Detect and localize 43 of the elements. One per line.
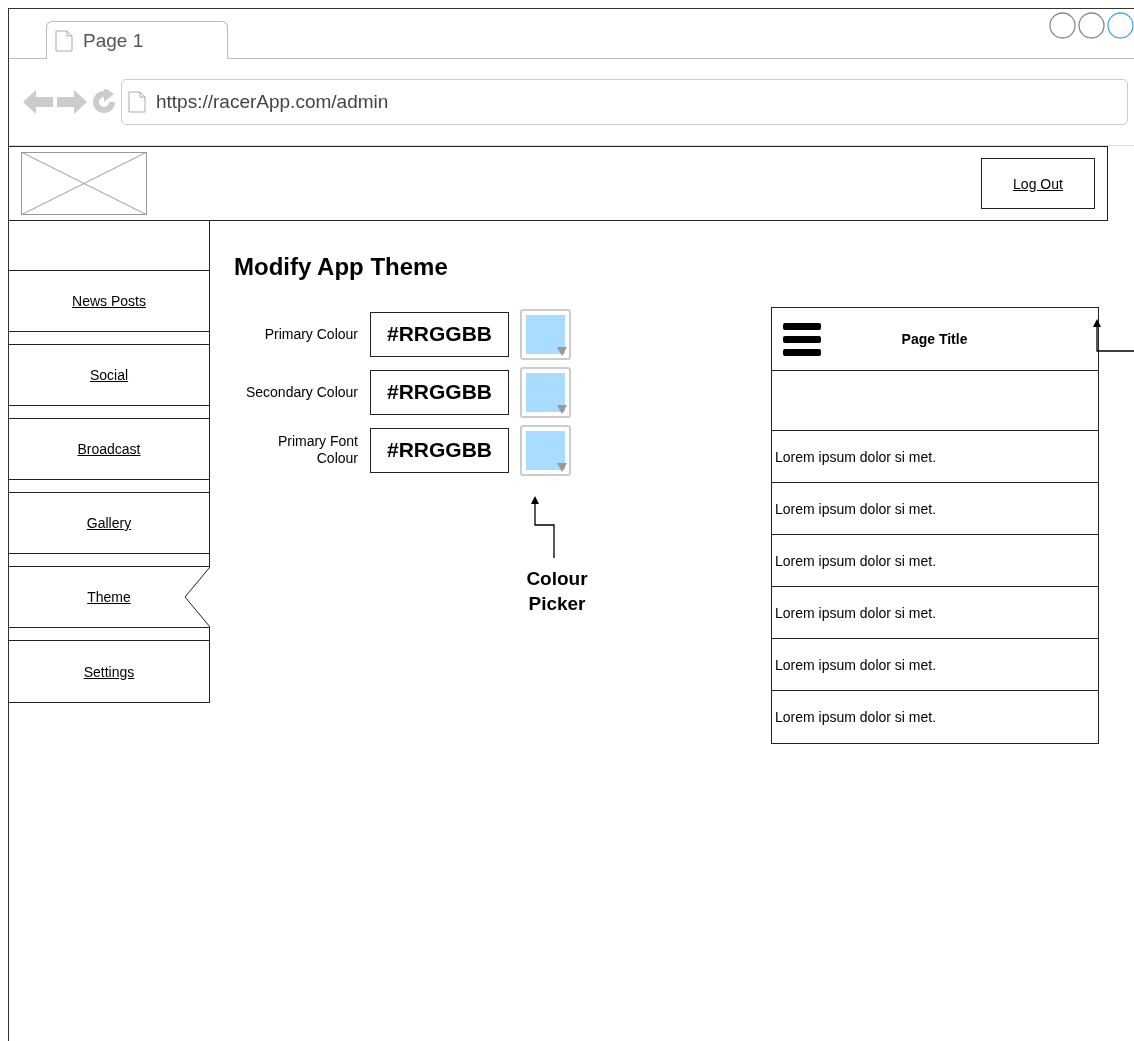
hex-input-field[interactable]: #RRGGBB bbox=[370, 311, 509, 357]
hex-input-field[interactable]: #RRGGBB bbox=[370, 427, 509, 473]
sidebar-item[interactable]: Settings bbox=[9, 640, 209, 702]
list-row[interactable]: Lorem ipsum dolor si met. bbox=[772, 639, 1098, 691]
phone-title: Page Title bbox=[900, 331, 969, 347]
sidebar-item[interactable]: Gallery bbox=[9, 492, 209, 554]
caret-icon bbox=[557, 346, 567, 356]
list-row[interactable]: Lorem ipsum dolor si met. bbox=[772, 483, 1098, 535]
sidebar-item[interactable]: Broadcast bbox=[9, 418, 209, 480]
list-row[interactable]: Lorem ipsum dolor si met. bbox=[772, 535, 1098, 587]
annotation-text: Colour Picker bbox=[525, 567, 589, 616]
page-icon bbox=[55, 29, 73, 52]
hex-input-field[interactable]: #RRGGBB bbox=[370, 369, 509, 415]
colour-picker[interactable] bbox=[520, 366, 571, 418]
sidebar-item[interactable]: Social bbox=[9, 344, 209, 406]
sidebar-item[interactable]: Theme bbox=[9, 566, 209, 628]
forward-icon[interactable] bbox=[57, 89, 87, 115]
browser-tab[interactable]: Page 1 bbox=[46, 21, 228, 59]
caret-icon bbox=[557, 404, 567, 414]
field-label: Primary Font Colour bbox=[276, 433, 359, 467]
window-button-icon[interactable] bbox=[1107, 12, 1134, 39]
list-row[interactable]: Lorem ipsum dolor si met. bbox=[772, 431, 1098, 483]
annotation-arrow bbox=[1092, 319, 1134, 353]
log-out-button[interactable]: Log Out bbox=[981, 158, 1095, 209]
field-label: Primary Colour bbox=[263, 325, 359, 343]
field-label: Secondary Colour bbox=[244, 383, 359, 401]
list-row[interactable]: Lorem ipsum dolor si met. bbox=[772, 691, 1098, 743]
window-button-icon[interactable] bbox=[1078, 12, 1105, 39]
colour-picker[interactable] bbox=[520, 308, 571, 360]
page-icon bbox=[128, 91, 146, 113]
window-button-icon[interactable] bbox=[1049, 12, 1076, 39]
address-bar[interactable]: https://racerApp.com/admin bbox=[121, 79, 1128, 125]
caret-icon bbox=[557, 462, 567, 472]
image-placeholder-icon bbox=[21, 152, 147, 215]
menu-icon[interactable] bbox=[783, 322, 821, 356]
reload-icon[interactable] bbox=[91, 89, 117, 115]
colour-picker[interactable] bbox=[520, 424, 571, 476]
page-heading: Modify App Theme bbox=[234, 253, 449, 281]
list-row[interactable]: Lorem ipsum dolor si met. bbox=[772, 587, 1098, 639]
sidebar-item[interactable]: News Posts bbox=[9, 270, 209, 332]
back-icon[interactable] bbox=[23, 89, 53, 115]
url-text: https://racerApp.com/admin bbox=[156, 91, 389, 113]
tab-title: Page 1 bbox=[83, 29, 144, 52]
